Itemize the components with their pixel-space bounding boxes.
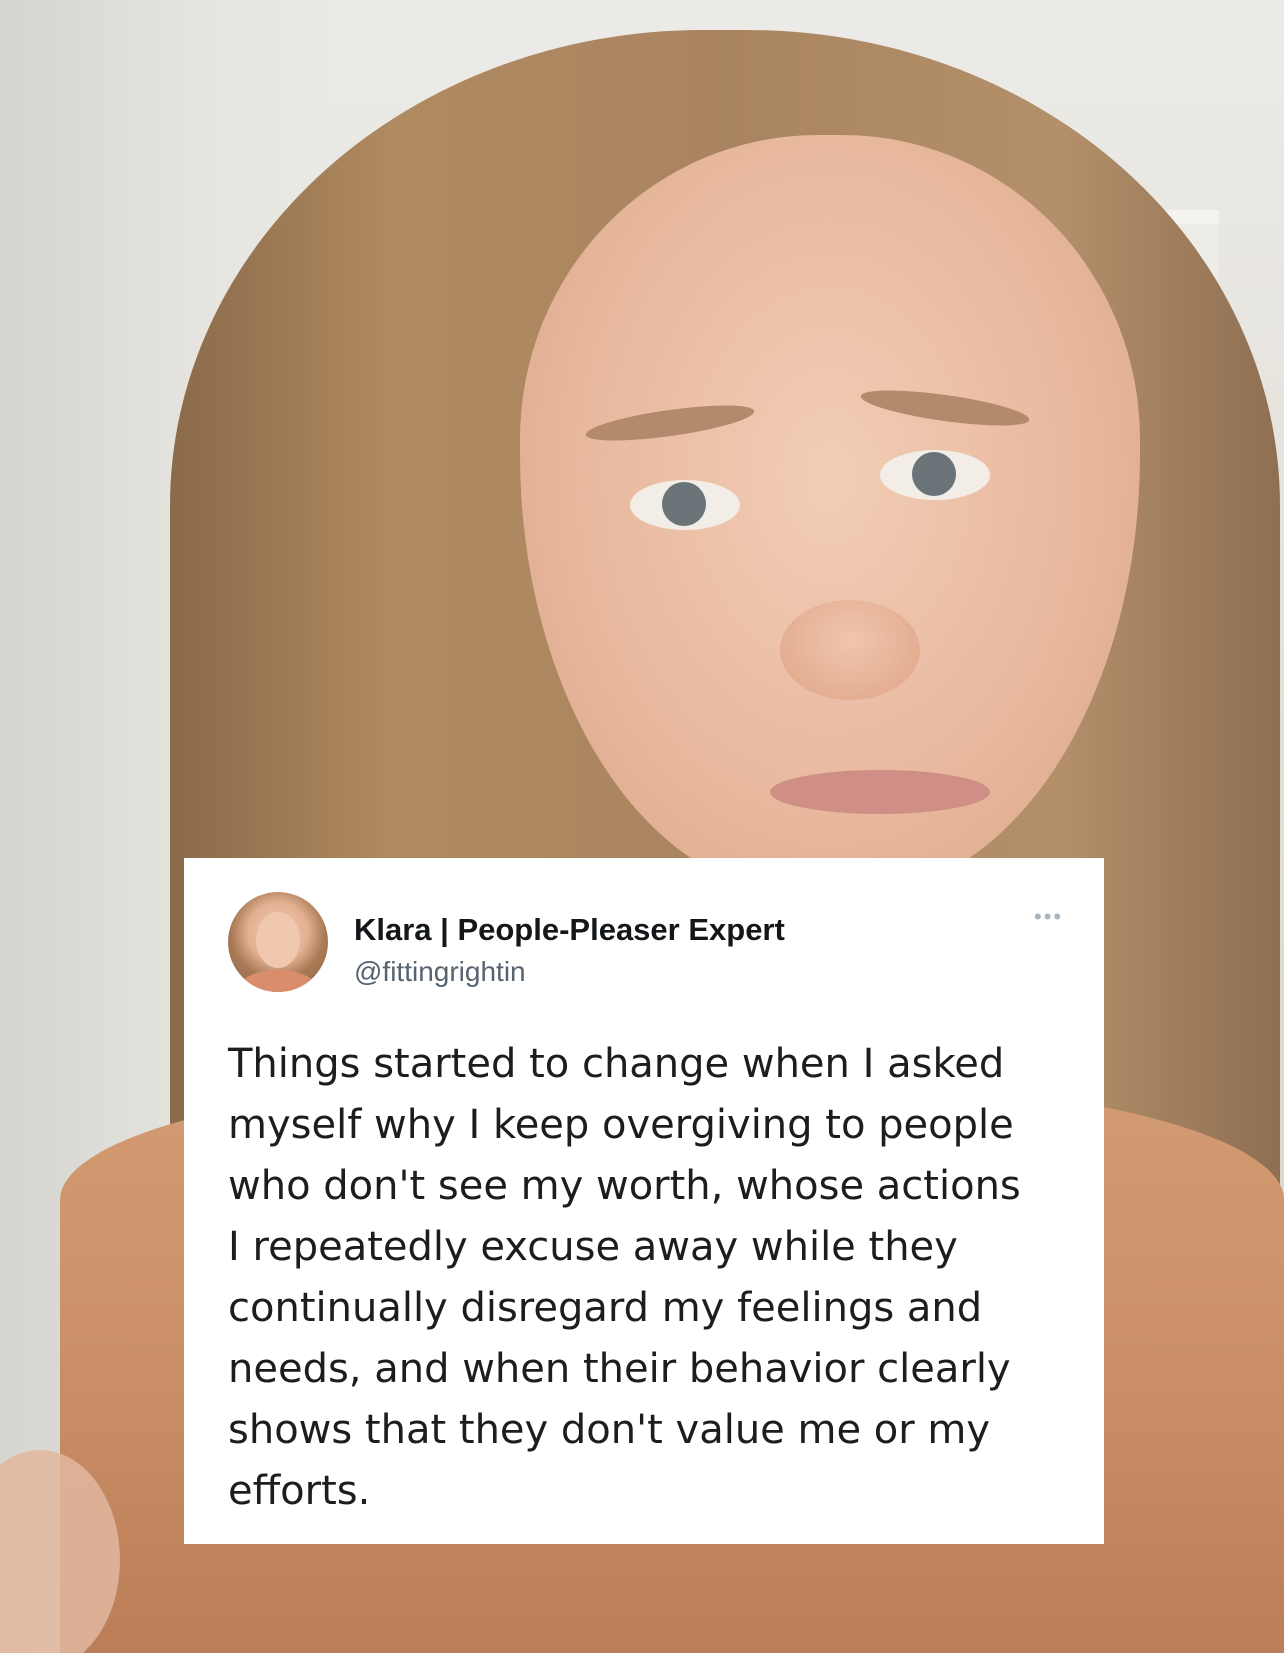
left-iris: [662, 482, 706, 526]
avatar-shirt: [238, 970, 318, 992]
tweet-text: Things started to change when I asked my…: [228, 1034, 1078, 1522]
tweet-text-line: I repeatedly excuse away while they: [228, 1224, 958, 1270]
right-iris: [912, 452, 956, 496]
tweet-text-line: Things started to change when I asked: [228, 1041, 1005, 1087]
tweet-text-line: efforts.: [228, 1468, 371, 1514]
tweet-text-line: continually disregard my feelings and: [228, 1285, 983, 1331]
video-frame: Klara | People-Pleaser Expert @fittingri…: [0, 0, 1284, 1653]
tweet-card: Klara | People-Pleaser Expert @fittingri…: [184, 858, 1104, 1544]
tweet-text-line: shows that they don't value me or my: [228, 1407, 991, 1453]
author-handle[interactable]: @fittingrightin: [354, 956, 526, 988]
author-name[interactable]: Klara | People-Pleaser Expert: [354, 912, 785, 948]
more-horizontal-icon[interactable]: •••: [1034, 906, 1068, 928]
person-nose: [780, 600, 920, 700]
person-mouth: [770, 770, 990, 814]
avatar[interactable]: [228, 892, 328, 992]
tweet-text-line: needs, and when their behavior clearly: [228, 1346, 1011, 1392]
tweet-text-line: who don't see my worth, whose actions: [228, 1163, 1021, 1209]
avatar-face: [256, 912, 300, 968]
tweet-text-line: myself why I keep overgiving to people: [228, 1102, 1014, 1148]
tweet-header: Klara | People-Pleaser Expert @fittingri…: [228, 882, 1074, 992]
